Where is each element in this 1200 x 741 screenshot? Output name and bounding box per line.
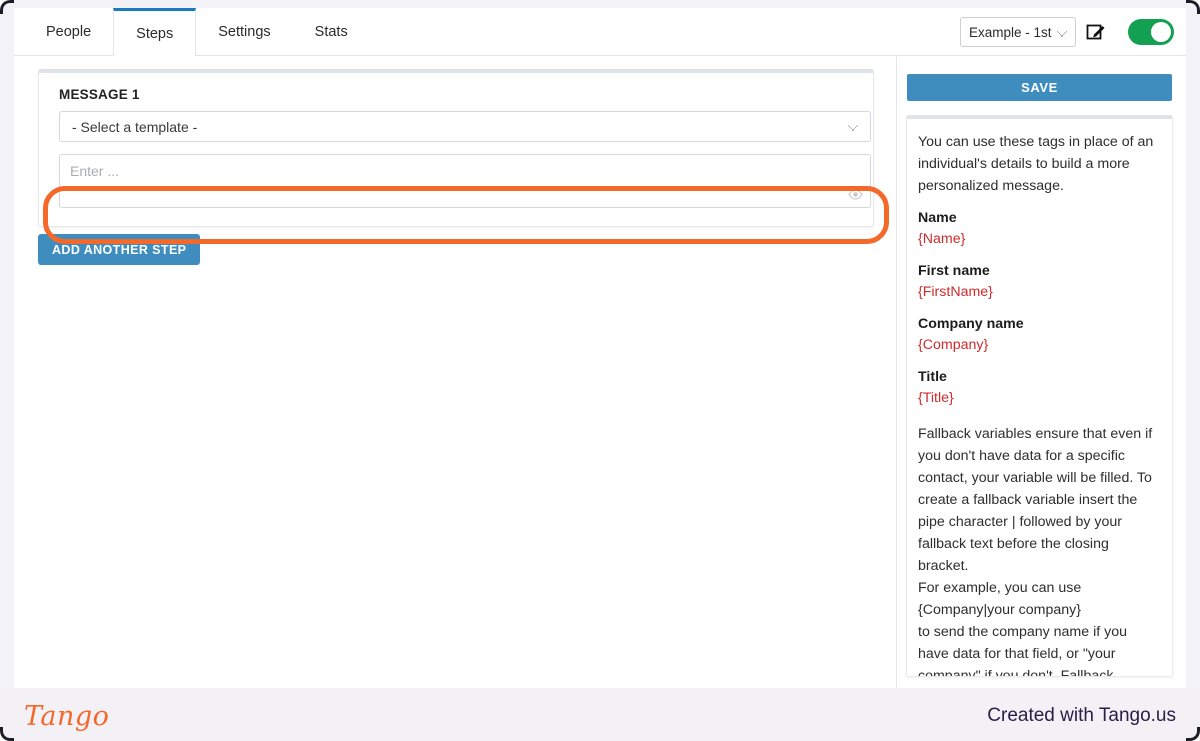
sequence-select[interactable]: Example - 1st bbox=[960, 17, 1076, 47]
fallback-description-end: to send the company name if you have dat… bbox=[918, 624, 1127, 677]
tag-label-title: Title bbox=[918, 369, 947, 385]
toggle-knob bbox=[1151, 22, 1171, 42]
tango-logo: Tango bbox=[24, 700, 110, 732]
fallback-description: Fallback variables ensure that even if y… bbox=[918, 426, 1153, 574]
tag-value-company-name: {Company} bbox=[918, 337, 989, 353]
sequence-active-toggle[interactable] bbox=[1128, 19, 1174, 45]
frame-corner-top-left bbox=[0, 0, 14, 14]
header-controls: Example - 1st bbox=[960, 8, 1186, 56]
fallback-example-tag: {Company|your company} bbox=[918, 602, 1081, 618]
tab-steps[interactable]: Steps bbox=[113, 8, 197, 57]
save-button[interactable]: SAVE bbox=[906, 73, 1173, 102]
tab-settings[interactable]: Settings bbox=[196, 8, 292, 56]
tag-label-company-name: Company name bbox=[918, 316, 1024, 332]
tab-stats[interactable]: Stats bbox=[293, 8, 370, 56]
message-editor[interactable] bbox=[59, 154, 871, 208]
tag-value-name: {Name} bbox=[918, 231, 966, 247]
tags-sidebar: SAVE You can use these tags in place of … bbox=[896, 56, 1186, 688]
fallback-example-lead: For example, you can use bbox=[918, 580, 1082, 596]
steps-pane: MESSAGE 1 - Select a template - Enter ..… bbox=[14, 56, 896, 688]
message-title: MESSAGE 1 bbox=[59, 87, 140, 102]
created-with-credit: Created with Tango.us bbox=[987, 705, 1176, 726]
app-screen: People Steps Settings Stats Example - 1s… bbox=[0, 0, 1200, 691]
app-window: People Steps Settings Stats Example - 1s… bbox=[14, 8, 1186, 688]
body-area: MESSAGE 1 - Select a template - Enter ..… bbox=[14, 56, 1186, 688]
add-another-step-button[interactable]: ADD ANOTHER STEP bbox=[38, 234, 201, 265]
tag-label-first-name: First name bbox=[918, 263, 990, 279]
eye-icon[interactable] bbox=[848, 187, 863, 202]
edit-pencil-icon[interactable] bbox=[1086, 22, 1106, 42]
tag-value-first-name: {FirstName} bbox=[918, 284, 993, 300]
footer: Tango Created with Tango.us bbox=[0, 691, 1200, 741]
tags-intro: You can use these tags in place of an in… bbox=[918, 134, 1154, 194]
tag-value-title: {Title} bbox=[918, 390, 954, 406]
tab-people[interactable]: People bbox=[24, 8, 113, 56]
message-editor-wrap bbox=[59, 154, 871, 208]
tab-bar: People Steps Settings Stats Example - 1s… bbox=[14, 8, 1186, 57]
screenshot-root: People Steps Settings Stats Example - 1s… bbox=[0, 0, 1200, 741]
tag-label-name: Name bbox=[918, 210, 957, 226]
template-select[interactable]: - Select a template - bbox=[59, 111, 871, 142]
message-card: MESSAGE 1 - Select a template - bbox=[38, 69, 874, 227]
tags-card: You can use these tags in place of an in… bbox=[906, 115, 1173, 677]
